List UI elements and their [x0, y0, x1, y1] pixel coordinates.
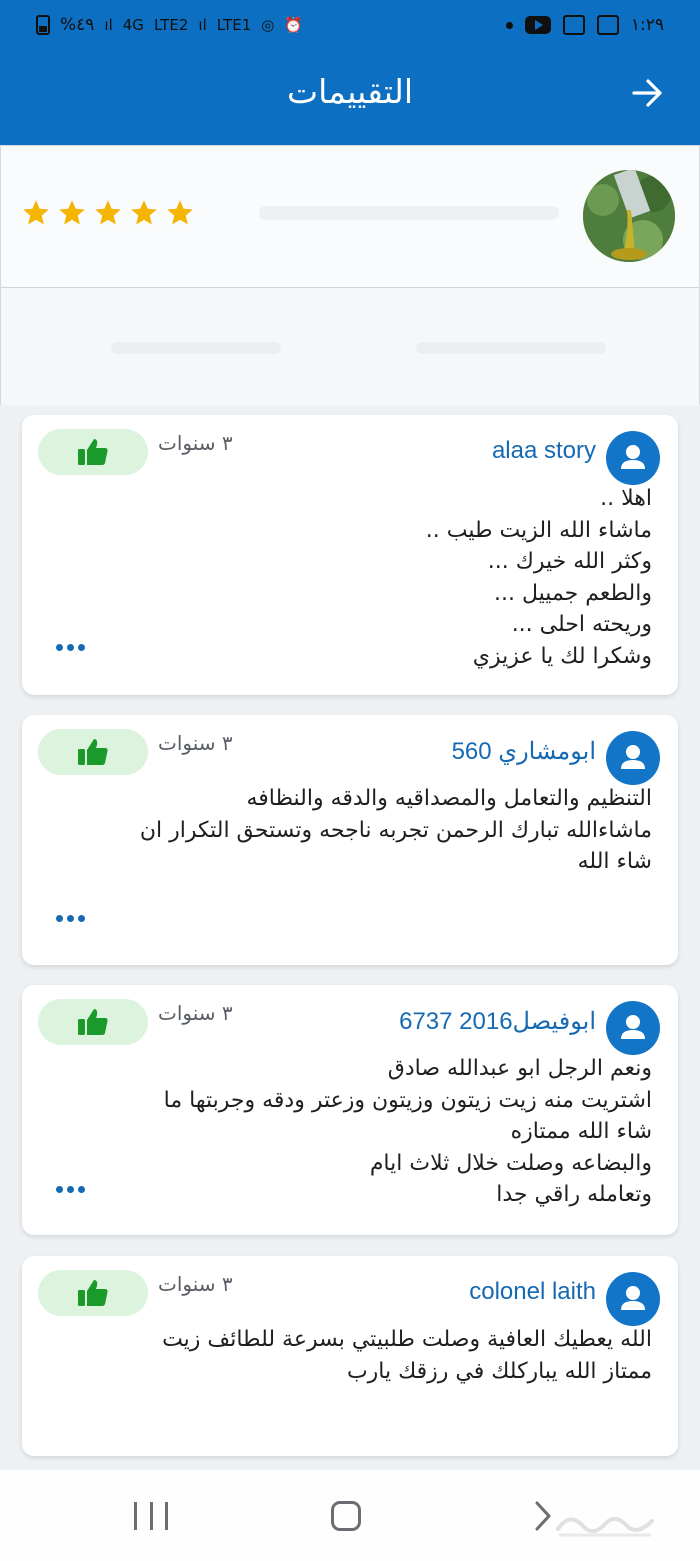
- user-avatar-icon[interactable]: [606, 1001, 660, 1055]
- review-age: ٣ سنوات: [158, 731, 233, 755]
- review-age: ٣ سنوات: [158, 431, 233, 455]
- app-bar: التقييمات: [0, 50, 700, 145]
- home-button[interactable]: [331, 1501, 361, 1531]
- reviewer-name[interactable]: ابومشاري 560: [452, 737, 596, 766]
- reviewer-name[interactable]: alaa story: [492, 437, 596, 465]
- review-text: التنظيم والتعامل والمصداقيه والدقه والنظ…: [139, 786, 652, 874]
- user-avatar-icon[interactable]: [606, 431, 660, 485]
- review-age: ٣ سنوات: [158, 1001, 233, 1025]
- gallery-icon: [596, 15, 619, 35]
- more-options-icon[interactable]: [56, 914, 86, 922]
- network-4g: 4G: [122, 16, 144, 34]
- thumbs-up-icon: [78, 739, 108, 765]
- status-bar: %٤٩ ıl 4G LTE2 ıl LTE1 ◎ ⏰ ١:٢٩: [0, 0, 700, 50]
- battery-icon: [36, 15, 50, 35]
- star-icon: [23, 200, 49, 225]
- rating-stars: [21, 198, 195, 228]
- status-right: ١:٢٩: [505, 15, 664, 35]
- network-lte2: LTE2: [153, 16, 189, 34]
- faded-info-left: [111, 342, 281, 354]
- battery-text: %٤٩: [60, 15, 95, 35]
- review-card: alaa story ٣ سنوات اهلا .. ماشاء الله ال…: [22, 415, 678, 695]
- reviewer-name[interactable]: ابوفيصل2016 6737: [399, 1007, 596, 1036]
- thumbs-up-icon: [78, 1280, 108, 1306]
- star-icon: [131, 200, 157, 225]
- like-button[interactable]: [38, 999, 148, 1045]
- clock: ١:٢٩: [630, 15, 664, 35]
- system-nav-bar: [0, 1470, 700, 1561]
- star-icon: [59, 200, 85, 225]
- star-icon: [167, 200, 193, 225]
- more-options-icon[interactable]: [56, 1185, 86, 1193]
- product-image[interactable]: [583, 170, 675, 262]
- review-text: اهلا .. ماشاء الله الزيت طيب .. وكثر الل…: [425, 486, 652, 669]
- user-avatar-icon[interactable]: [606, 1272, 660, 1326]
- product-summary-card: [0, 145, 700, 405]
- like-button[interactable]: [38, 729, 148, 775]
- review-text: الله يعطيك العافية وصلت طلبيتي بسرعة للط…: [162, 1327, 652, 1384]
- notification-dot-icon: [505, 21, 513, 29]
- like-button[interactable]: [38, 1270, 148, 1316]
- hotspot-icon: ◎: [261, 16, 275, 34]
- network-lte1: LTE1: [216, 16, 252, 34]
- more-options-icon[interactable]: [56, 643, 86, 651]
- review-age: ٣ سنوات: [158, 1272, 233, 1296]
- app-icon: [562, 15, 585, 35]
- user-avatar-icon[interactable]: [606, 731, 660, 785]
- status-left: %٤٩ ıl 4G LTE2 ıl LTE1 ◎ ⏰: [36, 15, 303, 35]
- signal-icon: ıl: [198, 16, 207, 34]
- review-card: ابوفيصل2016 6737 ٣ سنوات ونعم الرجل ابو …: [22, 985, 678, 1235]
- youtube-icon: [524, 16, 551, 34]
- review-text: ونعم الرجل ابو عبدالله صادق اشتريت منه ز…: [163, 1056, 652, 1207]
- thumbs-up-icon: [78, 439, 108, 465]
- review-card: ابومشاري 560 ٣ سنوات التنظيم والتعامل وا…: [22, 715, 678, 965]
- thumbs-up-icon: [78, 1009, 108, 1035]
- alarm-icon: ⏰: [284, 16, 304, 34]
- back-arrow-icon[interactable]: [630, 76, 664, 110]
- star-icon: [95, 200, 121, 225]
- product-name-placeholder: [259, 206, 559, 220]
- reviewer-name[interactable]: colonel laith: [469, 1278, 596, 1306]
- like-button[interactable]: [38, 429, 148, 475]
- review-card: colonel laith ٣ سنوات الله يعطيك العافية…: [22, 1256, 678, 1456]
- haraj-logo-watermark: [556, 1516, 654, 1537]
- faded-info-right: [416, 342, 606, 354]
- page-title: التقييمات: [287, 72, 413, 111]
- recents-button[interactable]: [134, 1502, 168, 1530]
- signal-icon: ıl: [104, 16, 113, 34]
- product-summary-top: [1, 146, 699, 288]
